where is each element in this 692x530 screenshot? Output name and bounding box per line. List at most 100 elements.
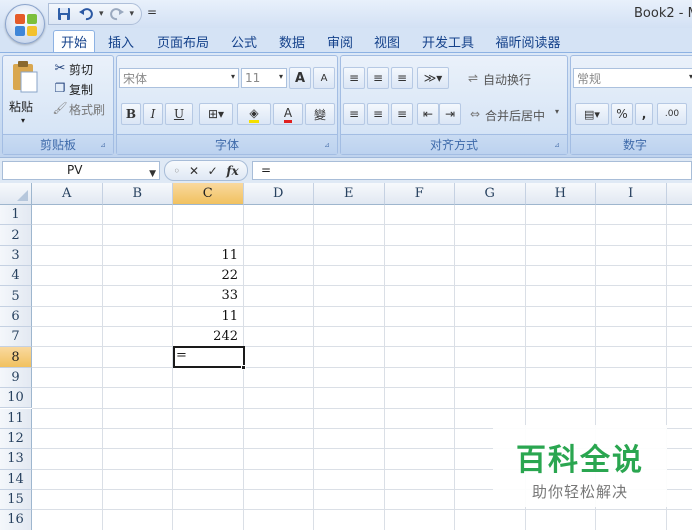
paste-button[interactable]: 粘贴 <box>9 98 33 115</box>
watermark: 百科全说 助你轻松解决 <box>493 425 667 507</box>
fill-handle[interactable] <box>240 364 246 370</box>
comma-button[interactable]: , <box>635 103 653 125</box>
row-header-1[interactable]: 1 <box>0 205 32 226</box>
enter-icon[interactable]: ✓ <box>208 164 218 178</box>
customize-qat-button[interactable]: = <box>147 5 157 19</box>
align-middle-icon[interactable]: ≡ <box>367 67 389 89</box>
ribbon: 粘贴 ▾ ✂ 剪切 ❐ 复制 🖌 格式刷 剪贴板 ⊿ 宋体 ▾ 11 ▾ A A… <box>0 52 692 157</box>
tab-foxit-reader[interactable]: 福昕阅读器 <box>488 30 568 52</box>
row-header-3[interactable]: 3 <box>0 245 32 267</box>
underline-button[interactable]: U <box>165 103 193 125</box>
row-header-16[interactable]: 16 <box>0 510 32 530</box>
tab-insert[interactable]: 插入 <box>102 30 140 52</box>
font-color-button[interactable]: A <box>273 103 303 125</box>
align-right-icon[interactable]: ≡ <box>391 103 413 125</box>
row-header-5[interactable]: 5 <box>0 286 32 307</box>
font-size-value: 11 <box>245 71 261 85</box>
decrease-indent-icon[interactable]: ⇤ <box>417 103 439 125</box>
percent-button[interactable]: % <box>611 103 633 125</box>
column-header-i[interactable]: I <box>596 183 667 205</box>
italic-button[interactable]: I <box>143 103 163 125</box>
align-top-icon[interactable]: ≡ <box>343 67 365 89</box>
row-header-14[interactable]: 14 <box>0 469 32 490</box>
tab-review[interactable]: 审阅 <box>320 30 360 52</box>
name-box[interactable]: PV ▼ <box>2 161 160 180</box>
save-icon[interactable] <box>55 5 73 23</box>
cut-button[interactable]: 剪切 <box>69 61 93 78</box>
undo-icon[interactable] <box>77 5 95 23</box>
shrink-font-button[interactable]: A <box>313 67 335 89</box>
paste-dropdown-icon[interactable]: ▾ <box>21 116 25 125</box>
font-group: 宋体 ▾ 11 ▾ A A B I U ⊞▾ ◈ A 變 字体 ⊿ <box>116 55 338 155</box>
increase-decimal-button[interactable]: .00 <box>657 103 687 125</box>
tab-home[interactable]: 开始 <box>53 30 95 52</box>
orientation-icon[interactable]: ≫▾ <box>417 67 449 89</box>
watermark-subtitle: 助你轻松解决 <box>531 483 628 501</box>
row-header-7[interactable]: 7 <box>0 327 32 348</box>
align-center-icon[interactable]: ≡ <box>367 103 389 125</box>
row-header-15[interactable]: 15 <box>0 489 32 511</box>
alignment-launcher-icon[interactable]: ⊿ <box>554 141 563 150</box>
wrap-text-button[interactable]: 自动换行 <box>483 71 531 88</box>
redo-icon[interactable] <box>108 5 126 23</box>
align-bottom-icon[interactable]: ≡ <box>391 67 413 89</box>
tab-developer[interactable]: 开发工具 <box>416 30 480 52</box>
row-header-12[interactable]: 12 <box>0 428 32 450</box>
column-header-h[interactable]: H <box>525 183 596 205</box>
row-header-9[interactable]: 9 <box>0 367 32 389</box>
column-header-f[interactable]: F <box>384 183 455 205</box>
align-left-icon[interactable]: ≡ <box>343 103 365 125</box>
column-header-g[interactable]: G <box>455 183 526 205</box>
clipboard-launcher-icon[interactable]: ⊿ <box>100 141 109 150</box>
merge-center-button[interactable]: 合并后居中 <box>485 107 545 124</box>
redo-dropdown-icon[interactable]: ▾ <box>130 9 135 19</box>
insert-function-icon[interactable]: fx <box>226 164 238 178</box>
row-header-4[interactable]: 4 <box>0 266 32 287</box>
active-cell-c8[interactable]: = <box>173 346 245 368</box>
increase-indent-icon[interactable]: ⇥ <box>439 103 461 125</box>
formula-buttons: ◦ ✕ ✓ fx <box>164 160 248 181</box>
column-header-e[interactable]: E <box>314 183 385 205</box>
cell-c7[interactable]: 242 <box>173 327 241 347</box>
column-header-a[interactable]: A <box>32 183 103 205</box>
row-header-10[interactable]: 10 <box>0 388 32 409</box>
undo-dropdown-icon[interactable]: ▾ <box>99 9 104 19</box>
formula-input[interactable]: = <box>252 161 692 180</box>
select-all-button[interactable] <box>0 183 32 205</box>
cell-c4[interactable]: 22 <box>173 266 241 286</box>
grow-font-button[interactable]: A <box>289 67 311 89</box>
font-launcher-icon[interactable]: ⊿ <box>324 141 333 150</box>
row-header-13[interactable]: 13 <box>0 449 32 470</box>
tab-formulas[interactable]: 公式 <box>224 30 264 52</box>
tab-data[interactable]: 数据 <box>272 30 312 52</box>
phonetic-button[interactable]: 變 <box>305 103 335 125</box>
column-header-d[interactable]: D <box>243 183 314 205</box>
column-header-b[interactable]: B <box>102 183 173 205</box>
tab-view[interactable]: 视图 <box>367 30 407 52</box>
row-header-8[interactable]: 8 <box>0 347 32 368</box>
column-header-c[interactable]: C <box>173 183 244 205</box>
column-header-partial[interactable] <box>666 183 692 205</box>
accounting-format-icon[interactable]: ▤▾ <box>575 103 609 125</box>
font-name-combo[interactable]: 宋体 ▾ <box>119 68 239 88</box>
row-header-6[interactable]: 6 <box>0 306 32 328</box>
number-format-combo[interactable]: 常规 ▾ <box>573 68 692 88</box>
borders-button[interactable]: ⊞▾ <box>199 103 233 125</box>
row-header-2[interactable]: 2 <box>0 225 32 246</box>
format-painter-button[interactable]: 格式刷 <box>69 101 105 118</box>
fill-color-button[interactable]: ◈ <box>237 103 271 125</box>
cell-c3[interactable]: 11 <box>173 246 241 266</box>
merge-dropdown-icon[interactable]: ▾ <box>555 107 559 116</box>
cancel-icon[interactable]: ✕ <box>189 164 199 178</box>
chevron-down-icon: ▾ <box>278 72 283 81</box>
bold-button[interactable]: B <box>121 103 141 125</box>
chevron-down-icon[interactable]: ▼ <box>149 166 156 183</box>
cell-c5[interactable]: 33 <box>173 286 241 306</box>
office-button[interactable] <box>5 4 45 44</box>
cell-c6[interactable]: 11 <box>173 307 241 327</box>
row-header-11[interactable]: 11 <box>0 408 32 429</box>
font-size-combo[interactable]: 11 ▾ <box>241 68 287 88</box>
copy-button[interactable]: 复制 <box>69 81 93 98</box>
tab-page-layout[interactable]: 页面布局 <box>150 30 216 52</box>
paste-icon[interactable] <box>7 58 43 96</box>
